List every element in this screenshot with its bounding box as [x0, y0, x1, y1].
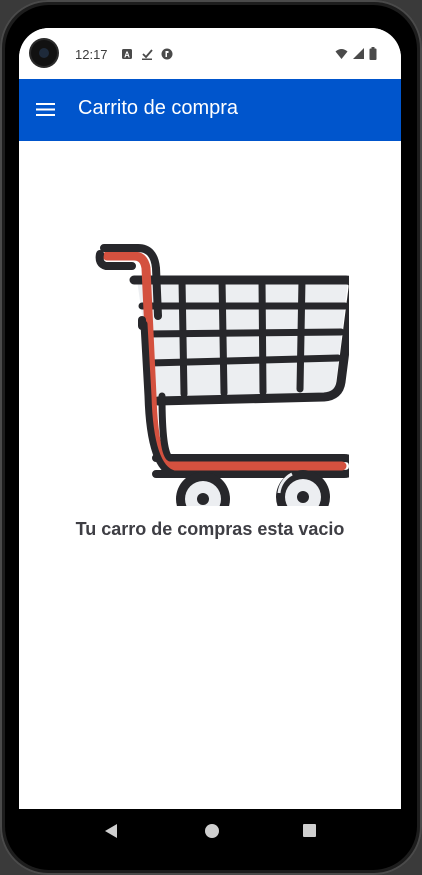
download-done-icon [141, 47, 153, 60]
back-icon[interactable] [103, 823, 119, 844]
status-bar: 12:17 A [19, 28, 401, 79]
wifi-icon [335, 47, 348, 65]
empty-cart-message: Tu carro de compras esta vacio [75, 519, 345, 539]
app-badge-icon [161, 47, 173, 60]
battery-icon [369, 47, 377, 65]
recents-icon[interactable] [302, 823, 317, 843]
status-time: 12:17 [75, 47, 108, 62]
page-title: Carrito de compra [78, 97, 239, 119]
app-bar: Carrito de compra [19, 79, 401, 141]
hamburger-menu-icon[interactable] [36, 100, 56, 120]
shopping-cart-icon [95, 244, 349, 506]
front-camera [31, 40, 57, 66]
system-nav-bar [19, 809, 401, 855]
notification-icons: A [121, 47, 173, 60]
phone-screen: 12:17 A Carrito de compra Tu carro de co… [19, 28, 401, 809]
text-a-icon: A [121, 47, 133, 60]
home-icon[interactable] [204, 823, 220, 844]
system-status-icons [335, 47, 377, 65]
signal-icon [353, 47, 364, 65]
svg-text:A: A [124, 51, 130, 60]
